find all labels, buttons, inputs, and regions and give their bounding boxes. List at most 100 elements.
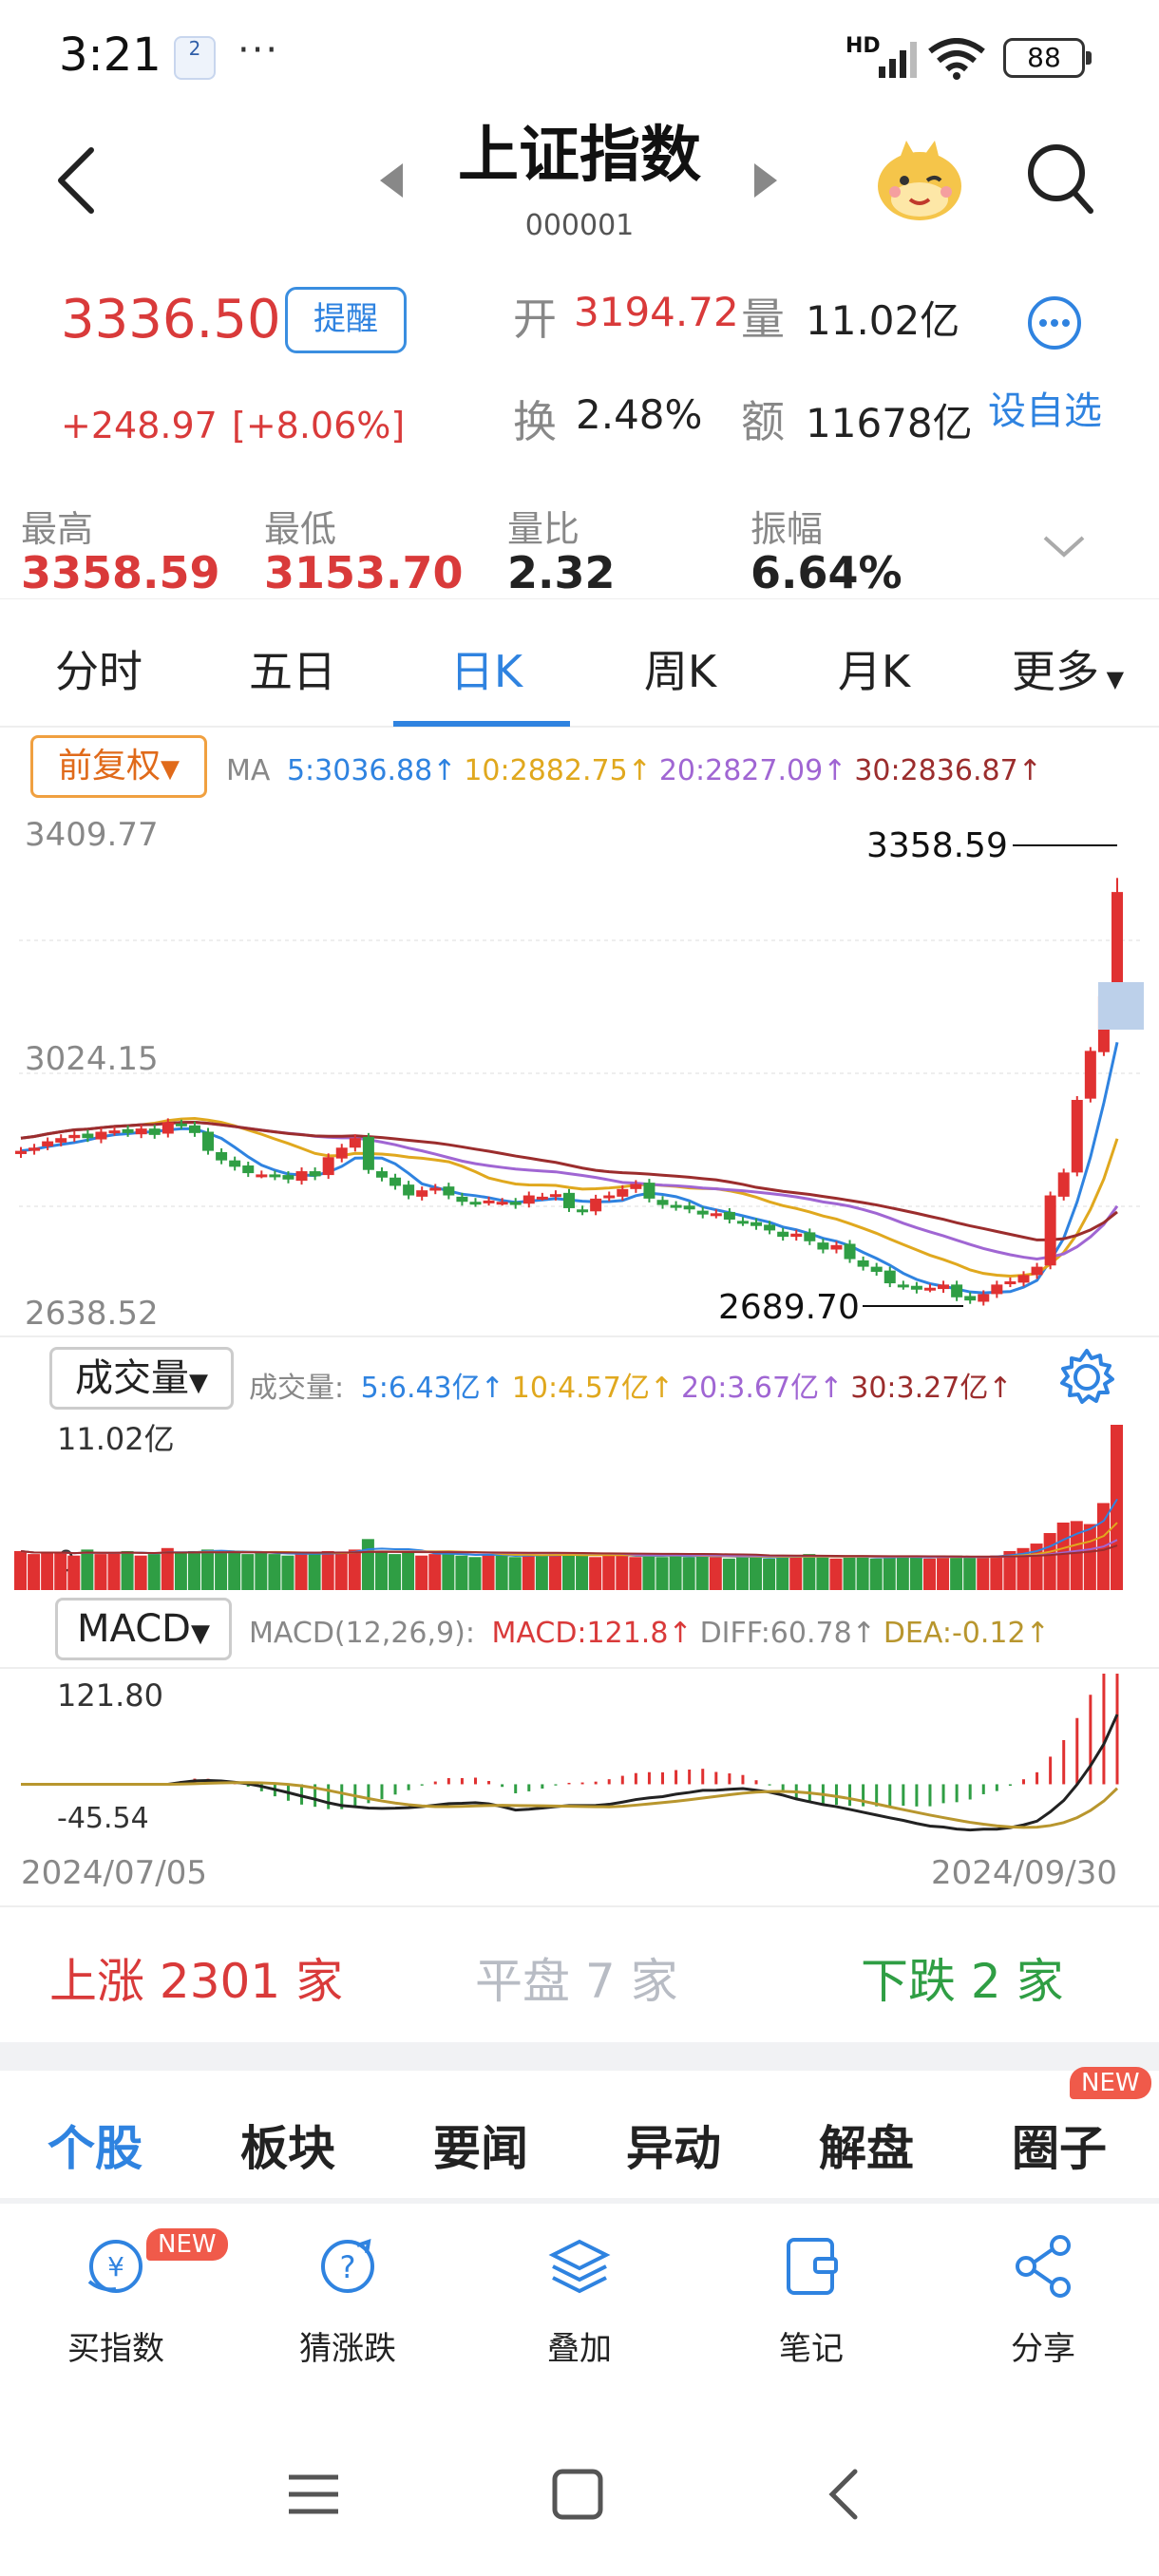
- volume-chart[interactable]: 11.02亿 0: [0, 1415, 1159, 1596]
- stat-label: 振幅: [750, 508, 824, 550]
- bottom-action-item[interactable]: 笔记: [707, 2232, 916, 2369]
- more-circle-icon[interactable]: [1026, 294, 1083, 351]
- candle-body: [188, 1125, 200, 1133]
- volume-bar: [629, 1557, 642, 1590]
- adjust-selector[interactable]: 前复权▼: [30, 735, 207, 798]
- breadth-down[interactable]: 下跌 2 家: [861, 1943, 1064, 2012]
- candle-body: [322, 1157, 334, 1176]
- tab-label: 更多: [1011, 646, 1099, 697]
- content-tab[interactable]: 板块: [212, 2111, 364, 2179]
- candle-body: [790, 1233, 803, 1238]
- tab-label: 月K: [837, 646, 911, 697]
- bottom-action-label: 笔记: [779, 2330, 844, 2368]
- diff-line: [21, 1714, 1119, 1832]
- content-tab[interactable]: 要闻: [405, 2111, 557, 2179]
- open-label: 开: [513, 294, 557, 345]
- section-gap: [0, 2042, 1159, 2071]
- candle-body: [443, 1186, 455, 1196]
- volume-bar: [722, 1558, 735, 1590]
- active-tab-indicator: [393, 721, 570, 727]
- volume-bar: [642, 1555, 656, 1590]
- macd-selector[interactable]: MACD▼: [55, 1598, 232, 1660]
- bottom-action-item[interactable]: 叠加: [475, 2232, 684, 2369]
- next-index-icon[interactable]: [750, 161, 779, 199]
- content-tab[interactable]: 异动: [598, 2111, 750, 2179]
- kline-y-top: 3409.77: [25, 816, 159, 854]
- candle-body: [910, 1285, 922, 1290]
- legend-item: 5:3036.88↑: [286, 754, 457, 787]
- tab-period[interactable]: 五日: [198, 637, 388, 700]
- settings-gear-icon[interactable]: [1056, 1347, 1117, 1408]
- mascot-icon[interactable]: [872, 133, 967, 224]
- volume-bar: [294, 1552, 308, 1590]
- volume-bar: [508, 1557, 522, 1590]
- add-watchlist-button[interactable]: 设自选: [988, 380, 1102, 435]
- legend-item: DEA:-0.12↑: [883, 1617, 1050, 1650]
- breadth-up[interactable]: 上涨 2301 家: [49, 1943, 343, 2012]
- candle-body: [764, 1224, 776, 1231]
- period-tabs: 分时 五日 日K 周K 月K 更多 ▼: [0, 598, 1159, 728]
- content-tab[interactable]: 解盘: [790, 2111, 942, 2179]
- candle-body: [991, 1284, 1003, 1295]
- volume-bar: [241, 1554, 255, 1590]
- volume-bar: [735, 1555, 749, 1590]
- candle-body: [28, 1147, 41, 1151]
- candle-body: [108, 1130, 121, 1134]
- candle-body: [736, 1221, 749, 1224]
- volume-bar: [883, 1557, 896, 1590]
- legend-item: 20:2827.09↑: [658, 754, 847, 787]
- menu-icon[interactable]: [285, 2466, 342, 2523]
- bottom-action-item[interactable]: ? 猜涨跌: [243, 2232, 452, 2369]
- guess-icon: ?: [321, 2239, 374, 2293]
- macd-chart[interactable]: 121.80 -45.54: [0, 1664, 1159, 1835]
- ma5-line: [20, 1041, 1119, 1295]
- amount-label: 额: [741, 396, 785, 447]
- candle-body: [897, 1284, 909, 1288]
- candle-body: [830, 1244, 843, 1250]
- tab-period[interactable]: 日K: [391, 637, 581, 700]
- content-tab[interactable]: 圈子: [983, 2111, 1135, 2179]
- content-tabs: 个股 板块 要闻 异动 解盘 圈子: [0, 2071, 1159, 2198]
- volume-selector-label: 成交量: [75, 1356, 189, 1400]
- status-time: 3:21: [59, 28, 162, 82]
- back-nav-icon[interactable]: [817, 2466, 874, 2523]
- share-icon: [1016, 2235, 1071, 2298]
- volume-bar: [763, 1558, 776, 1590]
- breadth-flat[interactable]: 平盘 7 家: [475, 1943, 678, 2012]
- tab-label: 分时: [55, 646, 142, 697]
- volume-y-top: 11.02亿: [57, 1421, 175, 1457]
- kline-chart[interactable]: 3409.77 3024.15 2638.52 3358.59 2689.70: [0, 807, 1159, 1339]
- content-tab[interactable]: 个股: [19, 2111, 171, 2179]
- volume-bar: [215, 1552, 228, 1590]
- volume-bar: [468, 1557, 482, 1590]
- page-title: 上证指数: [458, 121, 701, 191]
- current-candle-highlight: [1098, 982, 1144, 1030]
- tab-period[interactable]: 分时: [4, 637, 194, 700]
- candle-body: [175, 1123, 187, 1127]
- candle-body: [923, 1287, 936, 1291]
- candle-body: [229, 1160, 241, 1167]
- volume-legend: 成交量: 5:6.43亿↑ 10:4.57亿↑ 20:3.67亿↑ 30:3.27亿↑: [249, 1364, 1012, 1406]
- chevron-down-icon[interactable]: [1041, 532, 1087, 560]
- search-icon[interactable]: [1024, 141, 1094, 217]
- candle-body: [135, 1128, 147, 1135]
- volume-selector[interactable]: 成交量▼: [49, 1347, 234, 1410]
- volume-bar: [121, 1550, 134, 1590]
- home-icon[interactable]: [549, 2466, 606, 2523]
- bottom-action-item[interactable]: 分享: [939, 2232, 1148, 2369]
- candle-body: [857, 1260, 869, 1267]
- tab-period[interactable]: 月K: [779, 637, 969, 700]
- ma30-line: [20, 1121, 1118, 1241]
- ma-label: MA: [226, 754, 271, 787]
- tab-label: 日K: [449, 646, 523, 697]
- volume-bar: [321, 1550, 334, 1590]
- candle-body: [536, 1196, 548, 1200]
- tab-period[interactable]: 周K: [585, 637, 775, 700]
- candle-body: [696, 1210, 709, 1215]
- candle-body: [603, 1195, 616, 1199]
- remind-button[interactable]: 提醒: [285, 287, 407, 353]
- candle-body: [309, 1171, 321, 1177]
- volume-bar: [937, 1557, 950, 1590]
- volume-bar: [455, 1555, 468, 1590]
- tab-period[interactable]: 更多 ▼: [973, 637, 1159, 700]
